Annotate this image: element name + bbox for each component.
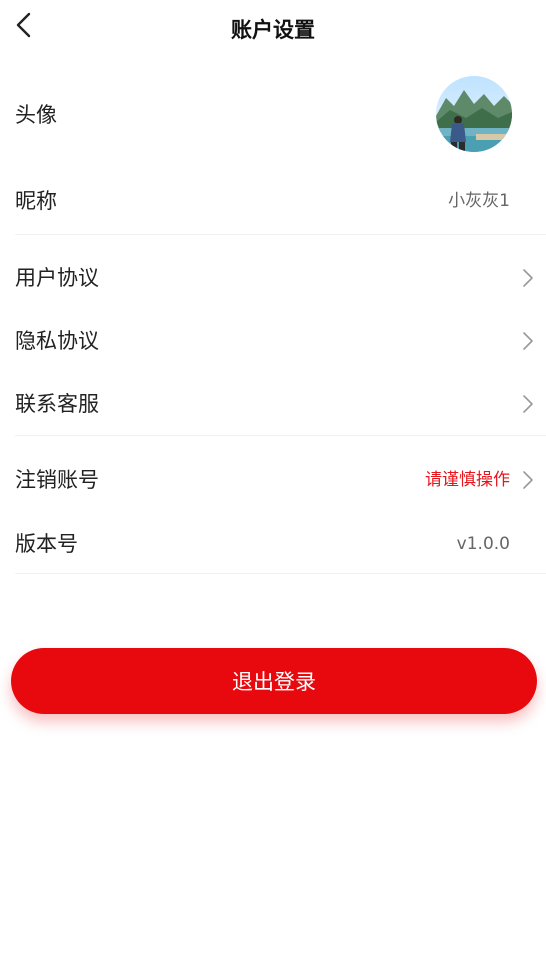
cancel-account-label: 注销账号 <box>15 468 99 492</box>
nickname-row[interactable]: 昵称 小灰灰1 <box>0 178 546 228</box>
contact-service-label: 联系客服 <box>15 392 99 416</box>
version-value: v1.0.0 <box>456 534 510 554</box>
chevron-right-icon <box>523 395 533 413</box>
header-bar: 账户设置 <box>0 0 546 60</box>
contact-service-row[interactable]: 联系客服 <box>0 382 546 426</box>
cancel-account-warning: 请谨慎操作 <box>425 470 510 490</box>
privacy-agreement-row[interactable]: 隐私协议 <box>0 319 546 363</box>
version-row: 版本号 v1.0.0 <box>0 522 546 566</box>
user-agreement-label: 用户协议 <box>15 266 99 290</box>
logout-button[interactable]: 退出登录 <box>11 648 537 714</box>
chevron-right-icon <box>523 332 533 350</box>
cancel-account-row[interactable]: 注销账号 请谨慎操作 <box>0 458 546 502</box>
avatar-image <box>436 76 512 152</box>
page-title: 账户设置 <box>231 18 315 42</box>
avatar-label: 头像 <box>15 103 57 127</box>
version-label: 版本号 <box>15 532 78 556</box>
privacy-agreement-label: 隐私协议 <box>15 329 99 353</box>
divider <box>15 435 546 436</box>
avatar[interactable] <box>436 76 512 152</box>
user-agreement-row[interactable]: 用户协议 <box>0 256 546 300</box>
divider <box>15 573 546 574</box>
chevron-right-icon <box>523 269 533 287</box>
nickname-value: 小灰灰1 <box>448 191 510 211</box>
chevron-right-icon <box>523 471 533 489</box>
nickname-label: 昵称 <box>15 189 57 213</box>
divider <box>15 234 546 235</box>
